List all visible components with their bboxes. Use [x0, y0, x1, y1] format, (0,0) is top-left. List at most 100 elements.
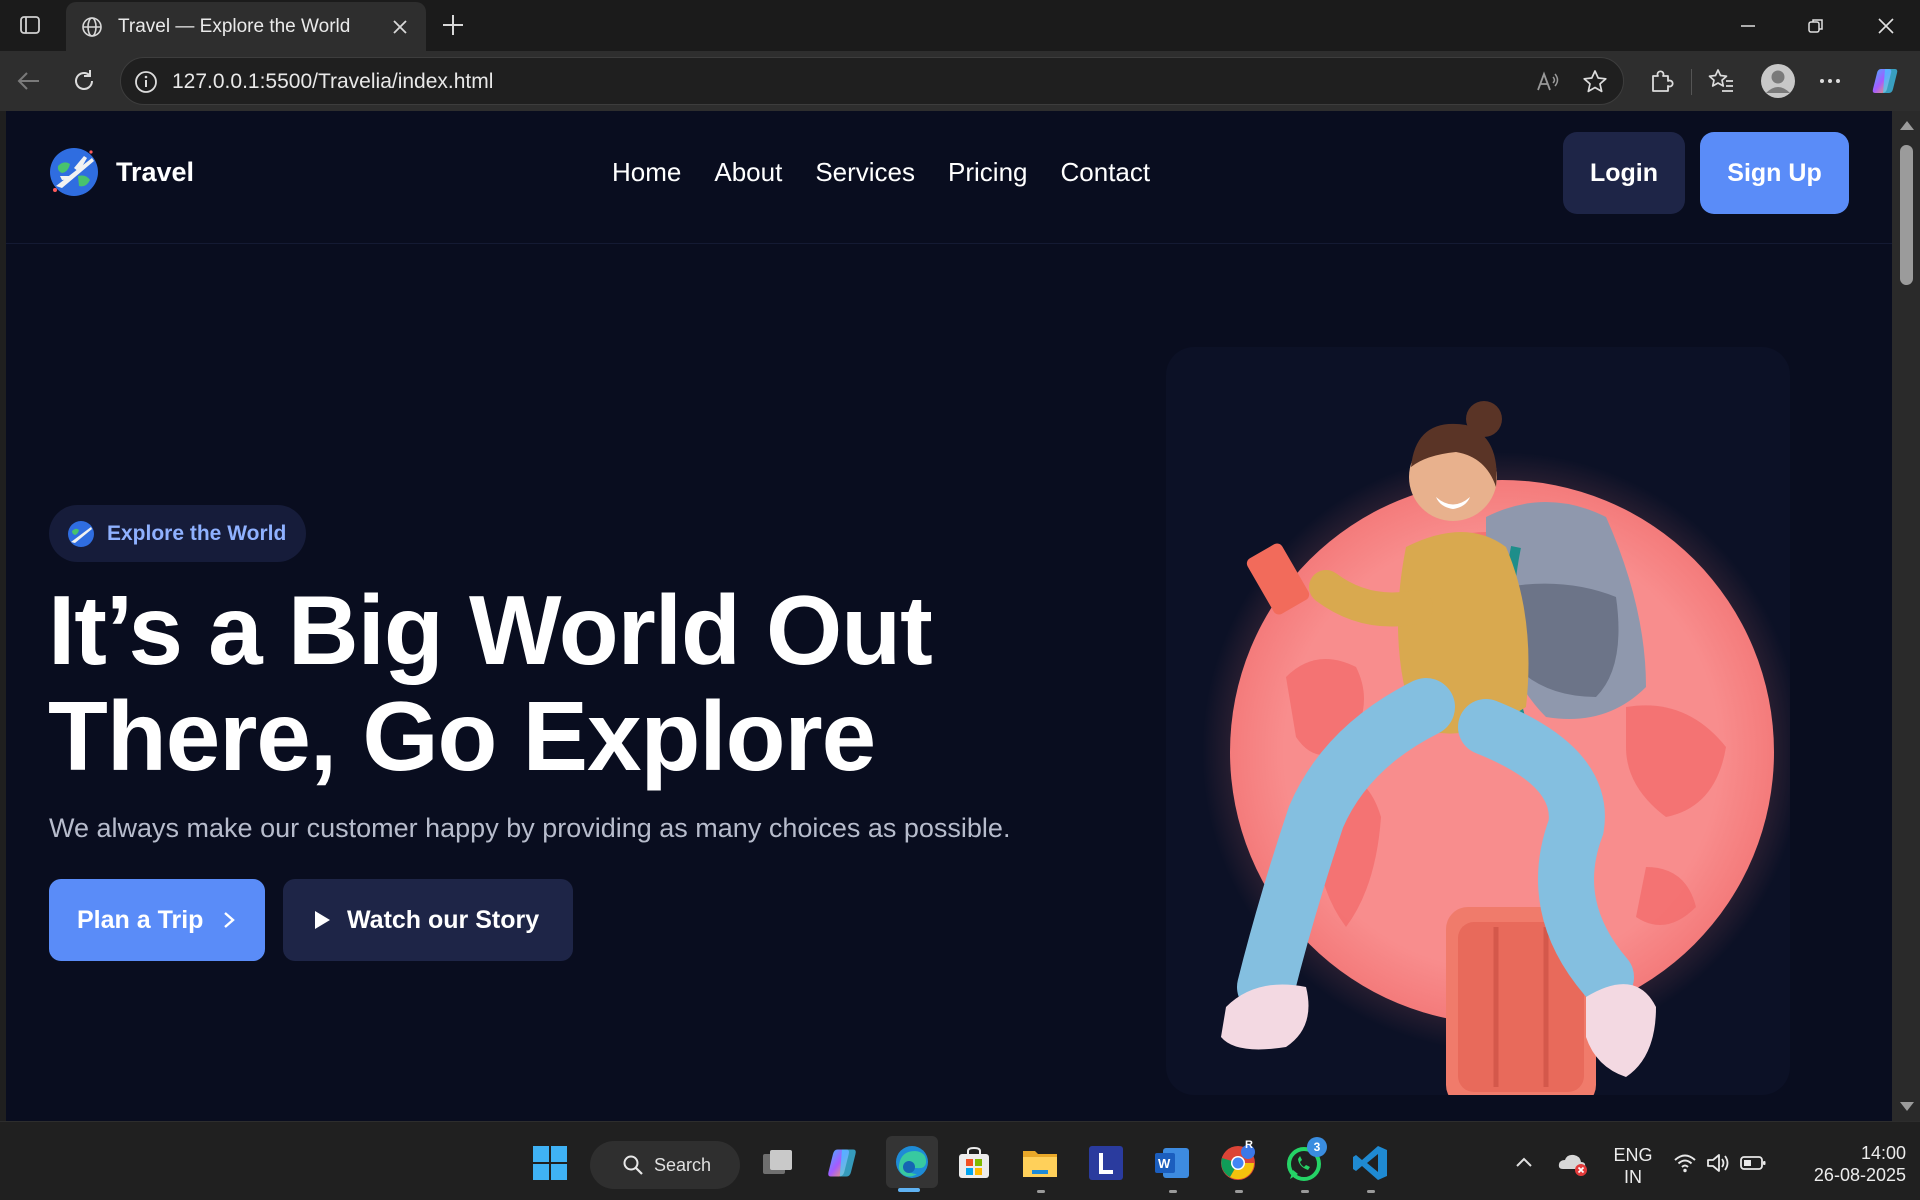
back-arrow-icon [17, 72, 39, 90]
globe-icon [82, 16, 102, 37]
running-indicator [1301, 1190, 1309, 1193]
more-dots-icon [1820, 79, 1840, 83]
close-window-button[interactable] [1858, 0, 1914, 51]
vscode-icon [1353, 1146, 1387, 1180]
nav-services-link[interactable]: Services [815, 157, 915, 188]
file-explorer-taskbar-button[interactable] [1018, 1141, 1062, 1185]
microsoft-store-icon [959, 1146, 989, 1178]
folder-icon [1023, 1151, 1057, 1177]
minimize-icon [1741, 24, 1755, 27]
minimize-button[interactable] [1720, 0, 1776, 51]
vscode-taskbar-button[interactable] [1348, 1141, 1392, 1185]
chrome-profile-badge: R [1245, 1139, 1253, 1151]
brand-logo-link[interactable]: Travel [48, 146, 194, 198]
edge-taskbar-button[interactable] [886, 1136, 938, 1188]
language-code: ENG [1613, 1145, 1653, 1165]
nav-home-link[interactable]: Home [612, 157, 681, 188]
nav-pricing-link[interactable]: Pricing [948, 157, 1027, 188]
nav-about-link[interactable]: About [714, 157, 782, 188]
login-button[interactable]: Login [1563, 132, 1685, 214]
favorite-star-icon[interactable] [1581, 68, 1609, 96]
store-taskbar-button[interactable] [952, 1141, 996, 1185]
tab-actions-icon [20, 16, 40, 34]
profile-button[interactable] [1758, 61, 1798, 101]
quick-settings-button[interactable] [1670, 1141, 1770, 1185]
reload-button[interactable] [67, 64, 101, 98]
browser-tab-bar: Travel — Explore the World [0, 0, 1920, 51]
restore-icon [1808, 18, 1823, 33]
scroll-thumb[interactable] [1900, 145, 1913, 285]
page-scrollbar[interactable] [1892, 111, 1920, 1121]
chevron-up-icon [1516, 1157, 1532, 1167]
windows-taskbar: Search W R 3 ENG IN 14:00 26-08-2025 [0, 1121, 1920, 1200]
task-view-button[interactable] [756, 1141, 800, 1185]
favorites-button[interactable] [1704, 64, 1738, 98]
start-button[interactable] [528, 1141, 572, 1185]
chrome-taskbar-button[interactable]: R [1216, 1139, 1260, 1185]
more-menu-button[interactable] [1813, 64, 1847, 98]
copilot-taskbar-button[interactable] [820, 1141, 864, 1185]
signup-button[interactable]: Sign Up [1700, 132, 1849, 214]
badge-text: Explore the World [107, 521, 287, 545]
explore-badge: Explore the World [49, 505, 307, 562]
nav-contact-link[interactable]: Contact [1061, 157, 1151, 188]
scroll-down-arrow-icon[interactable] [1900, 1102, 1914, 1111]
search-icon [623, 1155, 643, 1175]
clock-date: 26-08-2025 [1813, 1165, 1906, 1185]
l-app-taskbar-button[interactable] [1084, 1141, 1128, 1185]
wifi-icon [1674, 1154, 1696, 1173]
clock[interactable]: 14:00 26-08-2025 [1786, 1142, 1906, 1186]
clock-time: 14:00 [1860, 1143, 1906, 1163]
brand-name: Travel [116, 156, 195, 187]
search-label: Search [654, 1154, 712, 1175]
copilot-app-icon [828, 1149, 856, 1177]
chevron-right-icon [224, 912, 236, 928]
svg-text:W: W [1158, 1156, 1171, 1171]
browser-tab-active[interactable]: Travel — Explore the World [66, 2, 426, 51]
globe-airplane-logo-icon [50, 148, 98, 196]
onedrive-status-button[interactable] [1553, 1141, 1593, 1185]
hero-traveler-image [1202, 401, 1790, 1095]
toolbar-divider [1691, 69, 1692, 95]
restore-button[interactable] [1788, 0, 1844, 51]
url-text[interactable]: 127.0.0.1:5500/Travelia/index.html [172, 70, 493, 94]
notification-count-badge: 3 [1307, 1137, 1327, 1157]
l-app-icon [1089, 1146, 1123, 1180]
back-button[interactable] [12, 64, 46, 98]
copilot-icon [1872, 69, 1898, 93]
hero-image-card [1166, 347, 1790, 1095]
new-tab-icon[interactable] [438, 10, 468, 40]
watch-story-button[interactable]: Watch our Story [283, 879, 573, 961]
globe-airplane-icon [68, 520, 94, 547]
browser-toolbar: 127.0.0.1:5500/Travelia/index.html [0, 51, 1920, 111]
play-icon [315, 911, 330, 929]
site-info-icon[interactable] [133, 69, 159, 95]
hero-subtitle: We always make our customer happy by pro… [49, 813, 1011, 843]
edge-browser-icon [896, 1146, 928, 1178]
main-menu: Home About Services Pricing Contact [612, 157, 1183, 188]
running-indicator [1169, 1190, 1177, 1193]
tab-actions-button[interactable] [14, 10, 46, 40]
scroll-up-arrow-icon[interactable] [1900, 121, 1914, 130]
volume-icon [1707, 1154, 1729, 1172]
taskbar-search[interactable]: Search [590, 1141, 740, 1189]
close-window-icon [1878, 17, 1894, 34]
language-indicator[interactable]: ENG IN [1605, 1144, 1661, 1188]
hero-title-line-1: It’s a Big World Out [48, 575, 933, 685]
word-taskbar-button[interactable]: W [1150, 1141, 1194, 1185]
favorites-list-icon [1708, 69, 1733, 92]
battery-icon [1740, 1156, 1766, 1170]
read-aloud-icon[interactable] [1535, 69, 1561, 95]
tab-title: Travel — Explore the World [118, 15, 351, 37]
extensions-button[interactable] [1644, 64, 1678, 98]
region-code: IN [1624, 1167, 1642, 1187]
avatar-icon [1761, 64, 1795, 98]
address-bar[interactable]: 127.0.0.1:5500/Travelia/index.html [120, 57, 1624, 105]
hero-title: It’s a Big World Out There, Go Explore [48, 575, 933, 789]
show-hidden-icons-button[interactable] [1504, 1141, 1544, 1185]
copilot-button[interactable] [1868, 64, 1902, 98]
close-tab-icon[interactable] [388, 15, 412, 39]
whatsapp-taskbar-button[interactable]: 3 [1282, 1137, 1327, 1185]
plan-trip-button[interactable]: Plan a Trip [49, 879, 265, 961]
cloud-error-icon [1558, 1154, 1587, 1176]
